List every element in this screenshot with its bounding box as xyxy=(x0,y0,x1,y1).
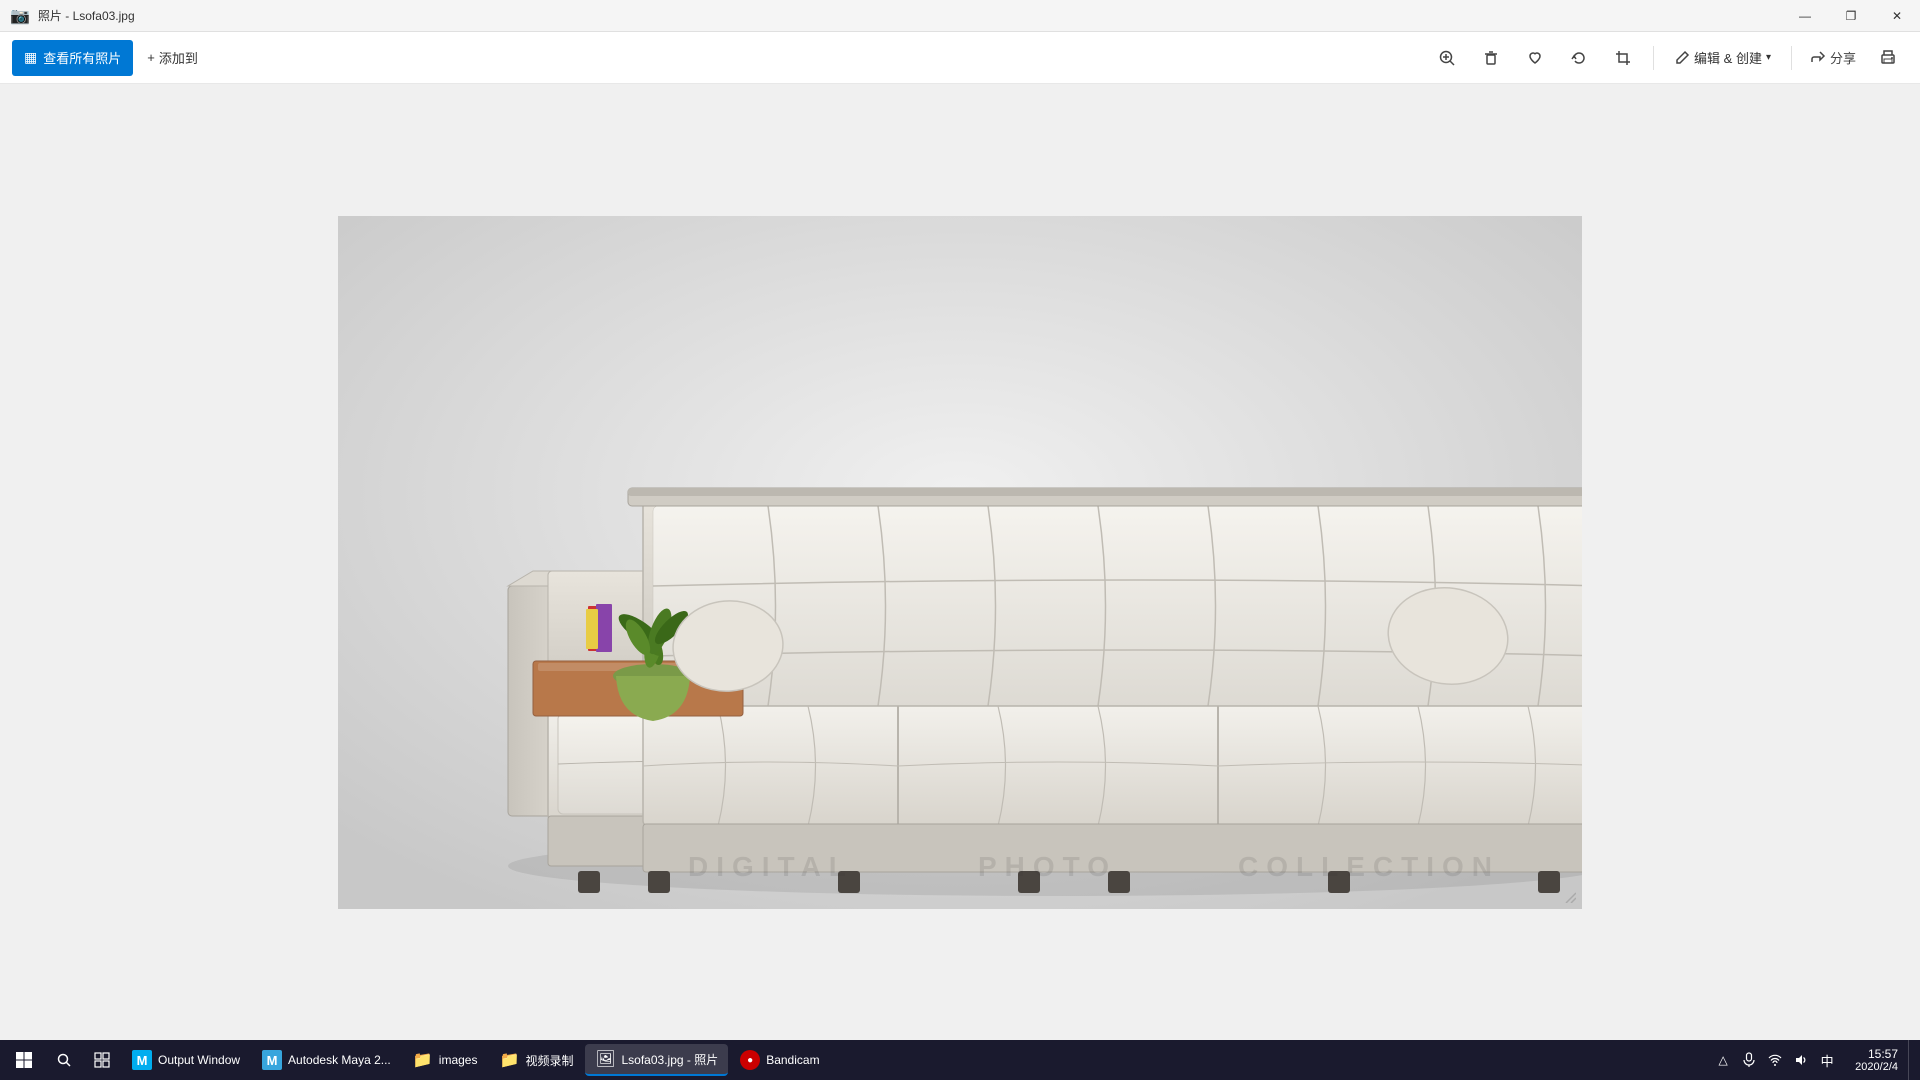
image-container: DIGITAL PHOTO COLLECTION xyxy=(338,216,1582,909)
taskbar-item-bandicam[interactable]: ● Bandicam xyxy=(730,1044,829,1076)
clock-date: 2020/2/4 xyxy=(1855,1061,1898,1073)
zoom-in-icon xyxy=(1438,49,1456,67)
search-button[interactable] xyxy=(46,1042,82,1078)
plus-icon: + xyxy=(147,50,155,65)
delete-button[interactable] xyxy=(1471,40,1511,76)
svg-text:PHOTO: PHOTO xyxy=(978,851,1117,882)
share-button[interactable]: 分享 xyxy=(1802,40,1864,76)
sofa-svg: DIGITAL PHOTO COLLECTION xyxy=(338,216,1582,909)
folder-video-icon: 📁 xyxy=(499,1050,519,1070)
heart-icon xyxy=(1526,49,1544,67)
bandicam-icon: ● xyxy=(740,1050,760,1070)
photo-viewer-icon: 🖼 xyxy=(595,1049,615,1069)
share-icon xyxy=(1810,50,1826,66)
restore-button[interactable]: ❐ xyxy=(1828,0,1874,32)
taskbar-item-photo-viewer[interactable]: 🖼 Lsofa03.jpg - 照片 xyxy=(585,1044,728,1076)
app-icon: 📷 xyxy=(10,6,30,26)
crop-icon xyxy=(1614,49,1632,67)
titlebar: 📷 照片 - Lsofa03.jpg — ❐ ✕ xyxy=(0,0,1920,32)
close-button[interactable]: ✕ xyxy=(1874,0,1920,32)
windows-icon xyxy=(15,1051,33,1069)
edit-create-button[interactable]: 编辑 & 创建 ▾ xyxy=(1664,40,1781,76)
photos-icon: ▦ xyxy=(24,49,37,66)
taskbar-item-output-window[interactable]: M Output Window xyxy=(122,1044,250,1076)
volume-icon[interactable] xyxy=(1789,1045,1813,1075)
folder-images-icon: 📁 xyxy=(413,1050,433,1070)
print-button[interactable] xyxy=(1868,40,1908,76)
tray-expand-icon[interactable]: △ xyxy=(1711,1045,1735,1075)
favorite-button[interactable] xyxy=(1515,40,1555,76)
svg-text:COLLECTION: COLLECTION xyxy=(1238,851,1500,882)
system-tray: △ 中 xyxy=(1705,1045,1845,1075)
resize-handle[interactable] xyxy=(1562,889,1578,905)
separator-1 xyxy=(1653,46,1654,70)
taskbar: M Output Window M Autodesk Maya 2... 📁 i… xyxy=(0,1040,1920,1080)
network-icon[interactable] xyxy=(1763,1045,1787,1075)
sofa-image: DIGITAL PHOTO COLLECTION xyxy=(338,216,1582,909)
microphone-icon[interactable] xyxy=(1737,1045,1761,1075)
add-to-button[interactable]: + 添加到 xyxy=(137,40,208,76)
rotate-button[interactable] xyxy=(1559,40,1599,76)
show-desktop-button[interactable] xyxy=(1908,1040,1916,1080)
task-view-button[interactable] xyxy=(84,1042,120,1078)
window-title: 照片 - Lsofa03.jpg xyxy=(38,7,135,24)
crop-button[interactable] xyxy=(1603,40,1643,76)
task-view-icon xyxy=(94,1052,110,1068)
rotate-icon xyxy=(1570,49,1588,67)
ime-icon[interactable]: 中 xyxy=(1815,1045,1839,1075)
start-button[interactable] xyxy=(4,1040,44,1080)
output-window-icon: M xyxy=(132,1050,152,1070)
titlebar-left: 📷 照片 - Lsofa03.jpg xyxy=(0,6,135,26)
maya-icon: M xyxy=(262,1050,282,1070)
titlebar-controls: — ❐ ✕ xyxy=(1782,0,1920,31)
view-all-photos-button[interactable]: ▦ 查看所有照片 xyxy=(12,40,133,76)
taskbar-item-maya[interactable]: M Autodesk Maya 2... xyxy=(252,1044,401,1076)
search-icon xyxy=(56,1052,72,1068)
toolbar: ▦ 查看所有照片 + 添加到 编辑 & 创建 ▾ 分享 xyxy=(0,32,1920,84)
taskbar-item-images[interactable]: 📁 images xyxy=(403,1044,488,1076)
clock[interactable]: 15:57 2020/2/4 xyxy=(1847,1045,1906,1075)
image-viewer-area: DIGITAL PHOTO COLLECTION xyxy=(0,84,1920,1040)
chevron-down-icon: ▾ xyxy=(1766,52,1771,63)
separator-2 xyxy=(1791,46,1792,70)
clock-time: 15:57 xyxy=(1868,1047,1898,1061)
delete-icon xyxy=(1482,49,1500,67)
svg-text:DIGITAL: DIGITAL xyxy=(688,851,854,882)
taskbar-item-video-render[interactable]: 📁 视频录制 xyxy=(489,1044,583,1076)
zoom-in-button[interactable] xyxy=(1427,40,1467,76)
print-icon xyxy=(1879,49,1897,67)
minimize-button[interactable]: — xyxy=(1782,0,1828,32)
edit-icon xyxy=(1674,50,1690,66)
